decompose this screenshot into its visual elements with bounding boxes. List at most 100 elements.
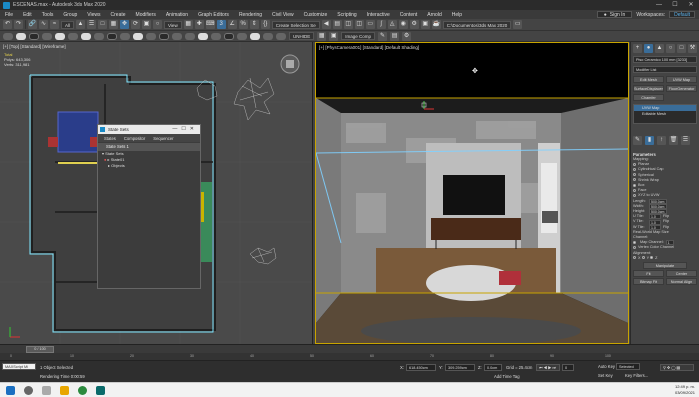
menu-customize[interactable]: Customize	[299, 12, 333, 18]
make-unique-icon[interactable]: ↑	[657, 136, 666, 145]
dialog-window-controls[interactable]: —☐✕	[172, 125, 198, 134]
window-crossing-icon[interactable]: ▦	[109, 20, 119, 29]
search-icon[interactable]	[24, 386, 33, 395]
display-tab-icon[interactable]: □	[677, 44, 686, 53]
select-by-name-icon[interactable]: ☰	[87, 20, 97, 29]
3dsmax-taskbar-icon[interactable]	[96, 386, 105, 395]
minimize-button[interactable]: —	[651, 0, 667, 10]
render-setup-icon[interactable]: ⚙	[409, 20, 419, 29]
select-and-move-icon[interactable]: ✥	[120, 20, 130, 29]
remove-modifier-icon[interactable]: 🗑	[669, 136, 678, 145]
select-and-rotate-icon[interactable]: ⟳	[131, 20, 141, 29]
edit-mesh-button[interactable]: Edit Mesh	[633, 76, 664, 83]
menu-animation[interactable]: Animation	[161, 12, 193, 18]
menu-help[interactable]: Help	[447, 12, 467, 18]
menu-rendering[interactable]: Rendering	[234, 12, 267, 18]
viewport-label[interactable]: [+] [Top] [Standard] [Wireframe]	[3, 44, 66, 49]
close-button[interactable]: ✕	[683, 0, 699, 10]
stack-item-editable-mesh[interactable]: Editable Mesh	[634, 111, 696, 117]
link-icon[interactable]: 🔗	[28, 20, 37, 29]
menu-modifiers[interactable]: Modifiers	[131, 12, 161, 18]
selection-filter-dropdown[interactable]: All	[61, 20, 75, 29]
edit-poly-icon[interactable]: ▣	[329, 31, 339, 41]
bitmap-fit-button[interactable]: Bitmap Fit	[633, 278, 664, 286]
hierarchy-tab-icon[interactable]: ▲	[655, 44, 664, 53]
ribbon-icon[interactable]: ▭	[365, 20, 375, 29]
floor-generator-button[interactable]: FloorGenerator	[666, 85, 697, 92]
gray-material-icon[interactable]	[42, 32, 52, 40]
layer-explorer-icon[interactable]: ◫	[354, 20, 364, 29]
angle-snap-icon[interactable]: ∠	[227, 20, 237, 29]
x-coordinate-field[interactable]: 618.450cm	[406, 364, 436, 371]
object-name-field[interactable]: Piso Ceramico 100 mm [3233]	[633, 56, 697, 63]
rectangular-selection-icon[interactable]: □	[98, 20, 108, 29]
maxscript-listener[interactable]: MAXScript Mi	[2, 363, 36, 370]
settings-icon[interactable]: ⚙	[402, 31, 412, 41]
box-icon[interactable]	[94, 32, 104, 40]
modifier-list-dropdown[interactable]: Modifier List	[633, 66, 697, 73]
y-coordinate-field[interactable]: 309.259cm	[445, 364, 475, 371]
camera-icon[interactable]	[224, 32, 234, 40]
configure-sets-icon[interactable]: ☰	[681, 136, 690, 145]
motion-tab-icon[interactable]: ○	[666, 44, 675, 53]
keyboard-shortcut-icon[interactable]: ⌨	[205, 20, 215, 29]
sign-in-button[interactable]: ● Sign In	[596, 11, 633, 18]
set-key-button[interactable]: Set Key	[598, 373, 613, 378]
material-editor-icon[interactable]: ◉	[398, 20, 408, 29]
create-tab-icon[interactable]: +	[633, 44, 642, 53]
expand-icon[interactable]: ▸	[108, 163, 110, 168]
viewport-navigation-controls[interactable]: ⚲ ✥ ◯ ▦	[660, 364, 694, 371]
image-comp-button[interactable]: Image Comp	[341, 32, 376, 40]
system-icon[interactable]	[276, 32, 286, 40]
menu-group[interactable]: Group	[58, 12, 82, 18]
named-selection-dropdown[interactable]: Create Selection Se	[271, 20, 320, 29]
folder-icon[interactable]: ▭	[513, 20, 523, 29]
frame-field[interactable]: 0	[562, 364, 574, 371]
snaps-toggle-icon[interactable]: 3	[216, 20, 226, 29]
undo-icon[interactable]: ↶	[3, 20, 12, 29]
workspaces-dropdown[interactable]: Default	[669, 11, 695, 18]
menu-states[interactable]: States	[104, 136, 116, 141]
teapot-icon[interactable]	[159, 32, 169, 40]
menu-content[interactable]: Content	[395, 12, 423, 18]
fit-button[interactable]: Fit	[633, 270, 664, 278]
unlink-icon[interactable]: ∿	[39, 20, 48, 29]
playback-controls[interactable]: ⏮ ◀ ▶ ⏭	[536, 364, 560, 371]
edit-named-selection-icon[interactable]: {}	[260, 20, 270, 29]
menu-graph-editors[interactable]: Graph Editors	[193, 12, 234, 18]
dialog-titlebar[interactable]: State Sets —☐✕	[98, 125, 200, 134]
mirror-icon[interactable]: ◀	[321, 20, 331, 29]
system-tray-clock[interactable]: 12:49 p. m. 03/09/2021	[675, 384, 695, 395]
menu-interactive[interactable]: Interactive	[362, 12, 395, 18]
menu-civil-view[interactable]: Civil View	[267, 12, 299, 18]
menu-tools[interactable]: Tools	[37, 12, 59, 18]
sphere-material-icon[interactable]	[3, 32, 13, 40]
key-filters-button[interactable]: Key Filters...	[625, 373, 648, 378]
scene-explorer-icon[interactable]: ◫	[343, 20, 353, 29]
select-and-place-icon[interactable]: ○	[153, 20, 163, 29]
project-path-dropdown[interactable]: C:\Documentos\3ds Max 2020	[442, 20, 512, 29]
cloud-icon[interactable]	[55, 32, 65, 40]
ring-icon[interactable]	[81, 32, 91, 40]
menu-scripting[interactable]: Scripting	[332, 12, 361, 18]
white-material-icon[interactable]	[16, 32, 26, 40]
auto-key-button[interactable]: Auto Key	[598, 364, 615, 369]
curve-editor-icon[interactable]: ∫	[376, 20, 386, 29]
modifier-stack[interactable]: UVW Map Editable Mesh	[633, 104, 697, 124]
render-queue-icon[interactable]: ▤	[390, 31, 400, 41]
modify-tab-icon[interactable]: ●	[644, 44, 653, 53]
tube-icon[interactable]	[185, 32, 195, 40]
align-icon[interactable]: ▤	[332, 20, 342, 29]
spacewarp-icon[interactable]	[263, 32, 273, 40]
menu-compositor[interactable]: Compositor	[124, 136, 145, 141]
maximize-button[interactable]: ☐	[667, 0, 683, 10]
menu-edit[interactable]: Edit	[18, 12, 37, 18]
file-explorer-icon[interactable]	[60, 386, 69, 395]
expand-icon[interactable]: ▸	[108, 157, 110, 162]
unhide-button[interactable]: UNHIDE	[289, 32, 315, 40]
select-object-icon[interactable]: ▲	[76, 20, 86, 29]
sphere-icon[interactable]	[120, 32, 130, 40]
uvw-map-button[interactable]: UVW Map	[666, 76, 697, 83]
alignment-axes[interactable]: X Y Z	[633, 256, 697, 261]
script-icon[interactable]: ✎	[378, 31, 388, 41]
